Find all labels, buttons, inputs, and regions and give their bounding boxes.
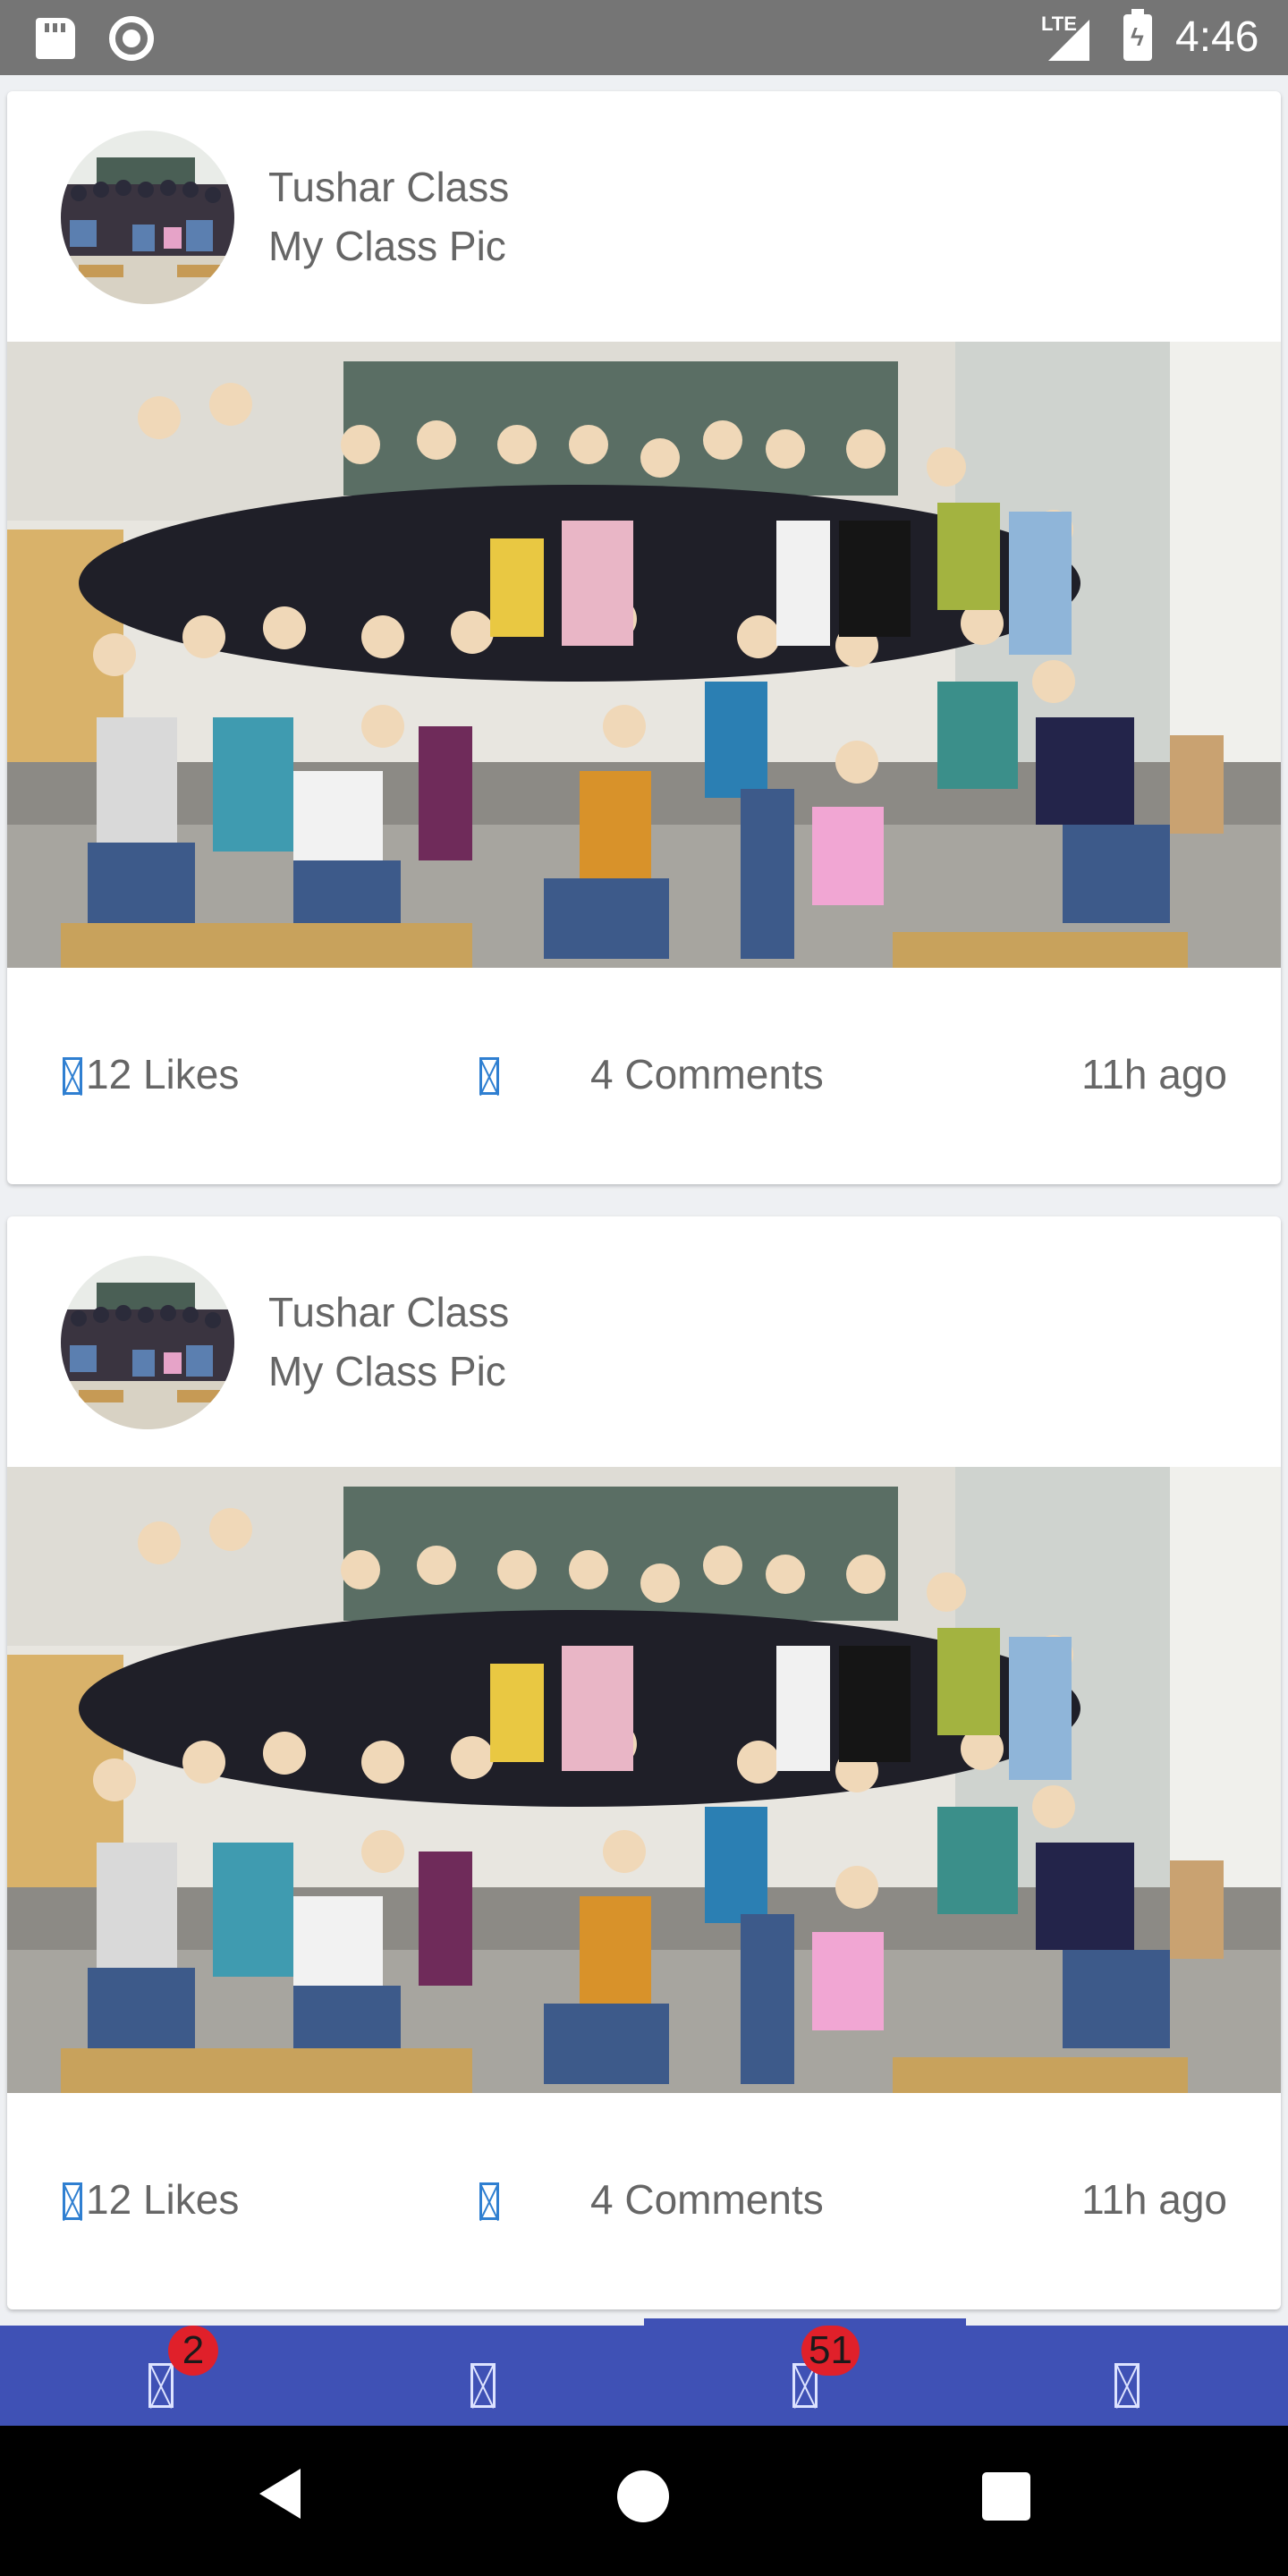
avatar-image bbox=[61, 1256, 234, 1429]
class-photo-image bbox=[7, 1467, 1281, 2093]
tab-2-icon bbox=[470, 2363, 496, 2408]
class-photo-image bbox=[7, 342, 1281, 968]
tab-1-icon bbox=[148, 2363, 174, 2408]
notification-badge: 2 bbox=[168, 2326, 218, 2376]
post-photo[interactable] bbox=[7, 342, 1281, 968]
post-time: 11h ago bbox=[1081, 1051, 1227, 1097]
home-icon[interactable] bbox=[617, 2470, 669, 2522]
likes-count[interactable]: 12 Likes bbox=[86, 1050, 239, 1098]
post-photo[interactable] bbox=[7, 1467, 1281, 2093]
bottom-navigation: 2 51 bbox=[0, 2318, 1288, 2426]
tab-4-icon bbox=[1114, 2363, 1140, 2408]
comment-icon[interactable] bbox=[479, 1057, 499, 1095]
like-icon[interactable] bbox=[63, 1057, 82, 1095]
battery-charging-icon: ϟ bbox=[1123, 9, 1152, 61]
selected-tab-indicator bbox=[644, 2318, 966, 2326]
recents-icon[interactable] bbox=[982, 2472, 1030, 2521]
comments-count[interactable]: 4 Comments bbox=[590, 1050, 824, 1098]
avatar-image bbox=[61, 131, 234, 304]
post-actions: 12 Likes 4 Comments 11h ago bbox=[7, 2172, 1281, 2234]
post-title: Tushar Class bbox=[268, 164, 510, 210]
post-title: Tushar Class bbox=[268, 1289, 510, 1335]
system-navigation-bar bbox=[0, 2426, 1288, 2576]
post-subtitle: My Class Pic bbox=[268, 223, 506, 269]
like-icon[interactable] bbox=[63, 2182, 82, 2220]
post-actions: 12 Likes 4 Comments 11h ago bbox=[7, 1046, 1281, 1109]
post-card[interactable]: Tushar Class My Class Pic 12 Likes 4 Com… bbox=[7, 91, 1281, 1184]
nav-tab-2[interactable] bbox=[322, 2326, 644, 2426]
post-time: 11h ago bbox=[1081, 2176, 1227, 2223]
sd-card-icon bbox=[36, 18, 75, 59]
nav-tab-1[interactable]: 2 bbox=[0, 2326, 322, 2426]
likes-count[interactable]: 12 Likes bbox=[86, 2175, 239, 2224]
notification-badge: 51 bbox=[801, 2326, 860, 2376]
back-icon[interactable] bbox=[259, 2469, 301, 2519]
nav-tab-4[interactable] bbox=[966, 2326, 1288, 2426]
signal-icon bbox=[1048, 20, 1089, 61]
avatar[interactable] bbox=[61, 1256, 234, 1429]
comments-count[interactable]: 4 Comments bbox=[590, 2175, 824, 2224]
avatar[interactable] bbox=[61, 131, 234, 304]
status-bar: LTE ϟ 4:46 bbox=[0, 0, 1288, 75]
post-subtitle: My Class Pic bbox=[268, 1348, 506, 1394]
record-icon bbox=[109, 16, 154, 61]
comment-icon[interactable] bbox=[479, 2182, 499, 2220]
post-card[interactable]: Tushar Class My Class Pic 12 Likes 4 Com… bbox=[7, 1216, 1281, 2309]
status-time: 4:46 bbox=[1175, 13, 1259, 61]
nav-tab-3[interactable]: 51 bbox=[644, 2326, 966, 2426]
